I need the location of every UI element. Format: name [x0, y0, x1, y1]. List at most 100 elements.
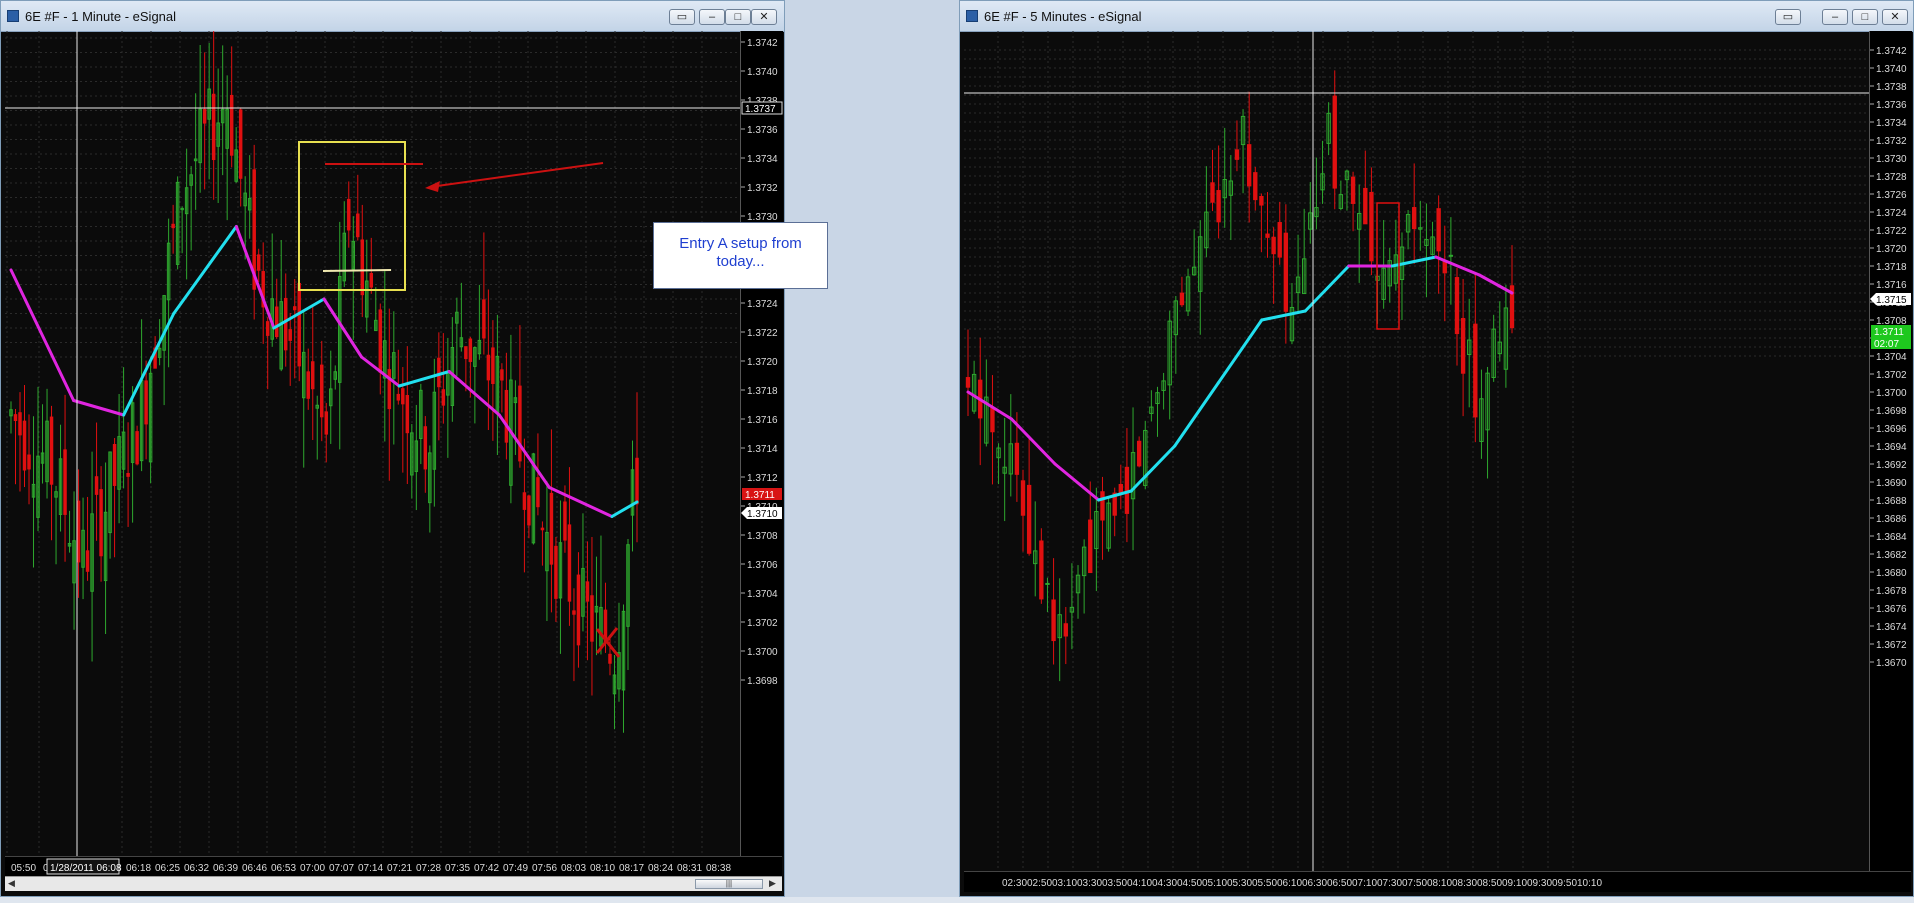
- candle-body: [135, 431, 139, 465]
- candle-body: [144, 380, 148, 425]
- maximize-button[interactable]: □: [1852, 9, 1878, 25]
- right-price-chart[interactable]: [964, 31, 1869, 876]
- price-tick-label: 1.3718: [1876, 262, 1907, 273]
- price-tick-label: 1.3672: [1876, 640, 1907, 651]
- moving-average-segment: [1053, 462, 1101, 502]
- moving-average-segment: [122, 312, 176, 417]
- time-tick-label: 07:07: [329, 863, 354, 874]
- price-tick-label: 1.3738: [1876, 82, 1907, 93]
- candle-body: [585, 581, 590, 602]
- price-tick-label: 1.3704: [1876, 352, 1907, 363]
- time-tick-label: 07:21: [387, 863, 412, 874]
- candle-body: [126, 473, 130, 477]
- price-tick-label: 1.3716: [1876, 280, 1907, 291]
- price-tick-label: 1.3740: [747, 67, 778, 78]
- candle-body: [576, 574, 581, 646]
- right-time-axis: 02:30 02:50 03:10 03:30 03:50 04:10 04:30 04:50…: [964, 871, 1911, 892]
- price-tick-label: 1.3718: [747, 386, 778, 397]
- price-tick-label: 1.3688: [1876, 496, 1907, 507]
- right-title-bar[interactable]: 6E #F - 5 Minutes - eSignal ▭ – □ ✕: [960, 1, 1913, 32]
- price-tick-label: 1.3720: [1876, 244, 1907, 255]
- candle-body: [63, 449, 67, 515]
- time-tick-label: 08:31: [677, 863, 702, 874]
- close-button[interactable]: ✕: [1882, 9, 1908, 25]
- candle-body: [1246, 144, 1252, 187]
- price-tick-label: 1.3680: [1876, 568, 1907, 579]
- right-price-scale[interactable]: 1.3742 1.3740 1.3738 1.3736 1.3734 1.3732 1.37…: [1869, 31, 1912, 871]
- moving-average-segment: [72, 399, 126, 417]
- time-tick-label: 08:10: [590, 863, 615, 874]
- candle-body: [1442, 260, 1447, 274]
- candle-body: [292, 306, 297, 311]
- candle-body: [1039, 540, 1044, 600]
- left-title-bar[interactable]: 6E #F - 1 Minute - eSignal ▭ – □ ✕: [1, 1, 784, 32]
- exit-x-mark-icon: [595, 627, 621, 658]
- scroll-thumb[interactable]: |||: [695, 879, 763, 889]
- candle-body: [405, 395, 410, 434]
- minimize-button[interactable]: –: [1822, 9, 1848, 25]
- time-tick-label: 08:17: [619, 863, 644, 874]
- price-tick-label: 1.3684: [1876, 532, 1907, 543]
- candle-body: [1412, 207, 1417, 230]
- minimize-button[interactable]: –: [699, 9, 725, 25]
- scroll-right-arrow-icon[interactable]: ▶: [769, 878, 776, 889]
- candle-body: [396, 393, 401, 401]
- time-tick-label: 05:10: [1202, 878, 1227, 889]
- moving-average-segment: [1173, 381, 1220, 448]
- candle-body: [608, 653, 612, 664]
- time-tick-label: 07:49: [503, 863, 528, 874]
- price-tick-label: 1.3722: [1876, 226, 1907, 237]
- candle-body: [171, 223, 175, 229]
- candle-body: [1216, 190, 1221, 223]
- time-tick-label: 04:30: [1152, 878, 1177, 889]
- restore-button[interactable]: ▭: [669, 9, 695, 25]
- price-tick-label: 1.3726: [1876, 190, 1907, 201]
- price-tick-label: 1.3670: [1876, 658, 1907, 669]
- time-tick-label: 06:25: [155, 863, 180, 874]
- price-tick-label: 1.3704: [747, 589, 778, 600]
- candle-body: [99, 489, 103, 557]
- time-tick-label: 06:18: [126, 863, 151, 874]
- candle-body: [202, 108, 207, 124]
- price-tick-label: 1.3716: [747, 415, 778, 426]
- candle-body: [536, 477, 540, 508]
- candle-body: [554, 545, 558, 599]
- time-tick-label: 07:00: [300, 863, 325, 874]
- candle-body: [567, 524, 572, 602]
- price-tick-label: 1.3698: [747, 676, 778, 687]
- crosshair-price-label: 1.3737: [745, 104, 776, 115]
- candle-body: [1253, 172, 1258, 201]
- marker-price-label: 1.3715: [1876, 295, 1907, 306]
- candle-body: [518, 385, 522, 462]
- left-price-chart[interactable]: [5, 23, 740, 861]
- price-tick-label: 1.3734: [747, 154, 778, 165]
- price-tick-label: 1.3676: [1876, 604, 1907, 615]
- candle-body: [1350, 176, 1356, 204]
- left-price-scale[interactable]: 1.37421.37401.37381.37361.37341.37321.37…: [740, 31, 783, 856]
- restore-button[interactable]: ▭: [1775, 9, 1801, 25]
- price-tick-label: 1.3698: [1876, 406, 1907, 417]
- scroll-left-arrow-icon[interactable]: ◀: [8, 878, 15, 889]
- annotation-text: Entry A setup from today...: [679, 235, 802, 270]
- moving-average-segment: [397, 370, 451, 388]
- price-tick-label: 1.3724: [1876, 208, 1907, 219]
- price-tick-label: 1.3712: [747, 473, 778, 484]
- time-tick-label: 08:24: [648, 863, 673, 874]
- left-horizontal-scrollbar[interactable]: ◀ ||| ▶: [5, 876, 782, 891]
- price-tick-label: 1.3700: [747, 647, 778, 658]
- candle-body: [112, 444, 117, 486]
- close-button[interactable]: ✕: [751, 9, 777, 25]
- time-tick-label: 06:46: [242, 863, 267, 874]
- candle-body: [1026, 484, 1032, 554]
- maximize-button[interactable]: □: [725, 9, 751, 25]
- time-tick-label: 10:10: [1577, 878, 1602, 889]
- left-chart-window: 6E #F - 1 Minute - eSignal ▭ – □ ✕ 1.374…: [0, 0, 828, 897]
- left-window-title: 6E #F - 1 Minute - eSignal: [25, 9, 177, 24]
- desktop-strip: [0, 897, 1914, 903]
- moving-average-segment: [547, 486, 614, 518]
- moving-average-segment: [1303, 264, 1351, 313]
- price-tick-label: 1.3708: [747, 531, 778, 542]
- time-tick-label: 02:50: [1027, 878, 1052, 889]
- candle-body: [378, 309, 383, 373]
- price-tick-label: 1.3732: [1876, 136, 1907, 147]
